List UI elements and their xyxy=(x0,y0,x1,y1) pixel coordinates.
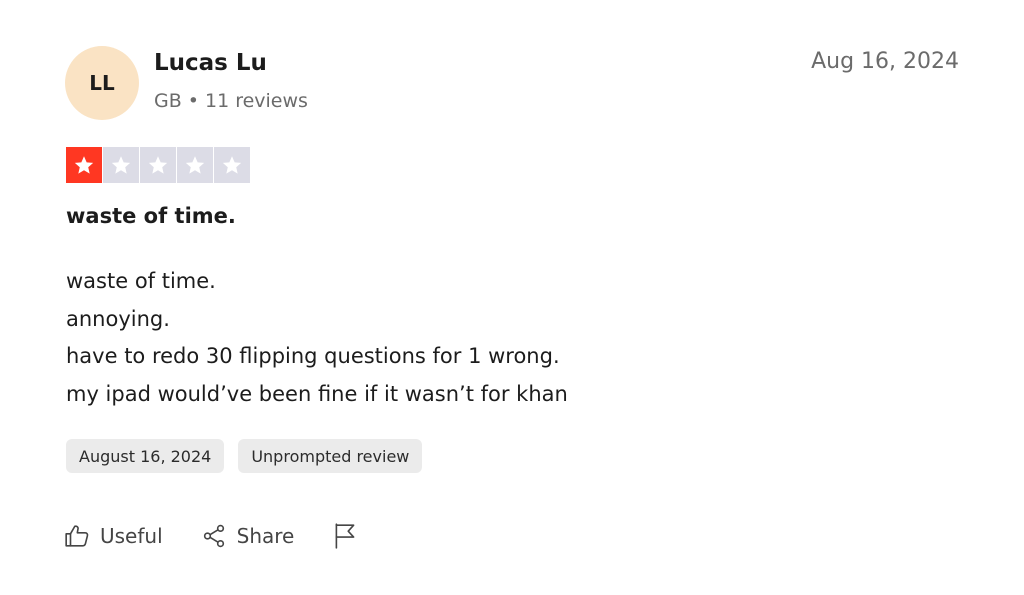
share-label: Share xyxy=(236,524,295,548)
star-rating xyxy=(66,147,250,183)
review-body: waste of time. annoying. have to redo 30… xyxy=(66,263,568,413)
review-body-line: annoying. xyxy=(66,306,170,331)
review-body-line: have to redo 30 flipping questions for 1… xyxy=(66,344,560,368)
reviewer-meta: GB • 11 reviews xyxy=(154,90,308,112)
star-icon xyxy=(74,156,94,174)
useful-button[interactable]: Useful xyxy=(64,523,163,549)
star-4 xyxy=(177,147,213,183)
star-2 xyxy=(103,147,139,183)
review-date: Aug 16, 2024 xyxy=(811,49,959,74)
meta-separator: • xyxy=(187,90,199,112)
reviewer-name[interactable]: Lucas Lu xyxy=(154,50,267,76)
thumbs-up-icon xyxy=(65,525,89,547)
review-source-badge[interactable]: Unprompted review xyxy=(238,439,423,473)
review-actions: Useful Share xyxy=(64,522,396,550)
date-of-experience-badge: August 16, 2024 xyxy=(66,439,225,473)
flag-icon xyxy=(335,523,355,549)
reviewer-country: GB xyxy=(154,90,182,112)
reviewer-review-count: 11 reviews xyxy=(204,90,308,112)
review-title[interactable]: waste of time. xyxy=(66,204,236,228)
report-button[interactable] xyxy=(332,522,358,550)
star-icon xyxy=(222,156,242,174)
star-3 xyxy=(140,147,176,183)
star-1 xyxy=(66,147,102,183)
star-5 xyxy=(214,147,250,183)
avatar[interactable]: LL xyxy=(65,46,139,120)
review-body-line: my ipad would’ve been fine if it wasn’t … xyxy=(66,381,568,406)
star-icon xyxy=(185,156,205,174)
star-icon xyxy=(111,156,131,174)
star-icon xyxy=(148,156,168,174)
review-body-line: waste of time. xyxy=(66,269,216,293)
share-icon xyxy=(203,524,224,548)
useful-label: Useful xyxy=(100,524,163,548)
share-button[interactable]: Share xyxy=(201,523,295,549)
review-tags: August 16, 2024 Unprompted review xyxy=(66,439,423,473)
